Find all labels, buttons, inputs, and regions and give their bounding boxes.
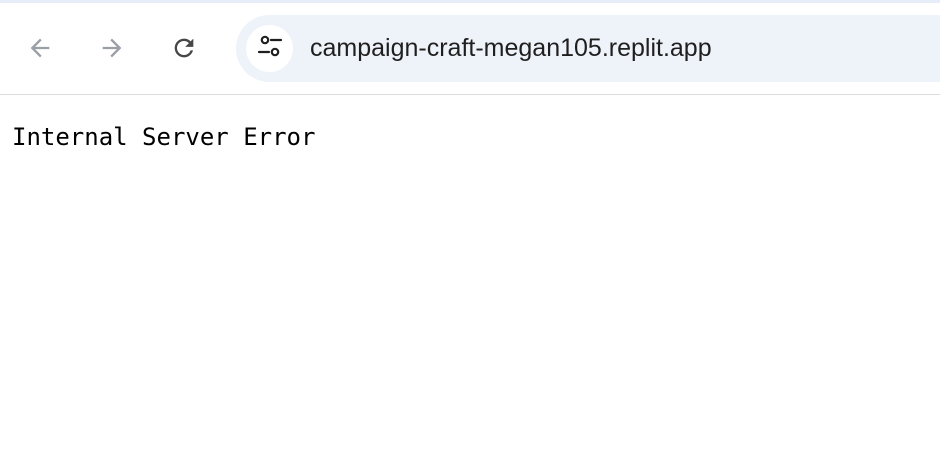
site-info-button[interactable] xyxy=(246,25,293,72)
arrow-right-icon xyxy=(98,34,126,62)
arrow-left-icon xyxy=(26,34,54,62)
reload-button[interactable] xyxy=(164,28,204,68)
address-bar[interactable]: campaign-craft-megan105.replit.app xyxy=(236,15,940,82)
error-message: Internal Server Error xyxy=(12,123,316,151)
page-content: Internal Server Error xyxy=(0,96,940,450)
url-text[interactable]: campaign-craft-megan105.replit.app xyxy=(310,33,712,63)
forward-button[interactable] xyxy=(92,28,132,68)
tab-strip-edge xyxy=(0,0,940,3)
reload-icon xyxy=(170,34,198,62)
back-button[interactable] xyxy=(20,28,60,68)
browser-toolbar: campaign-craft-megan105.replit.app xyxy=(0,0,940,95)
tune-icon xyxy=(256,32,284,65)
